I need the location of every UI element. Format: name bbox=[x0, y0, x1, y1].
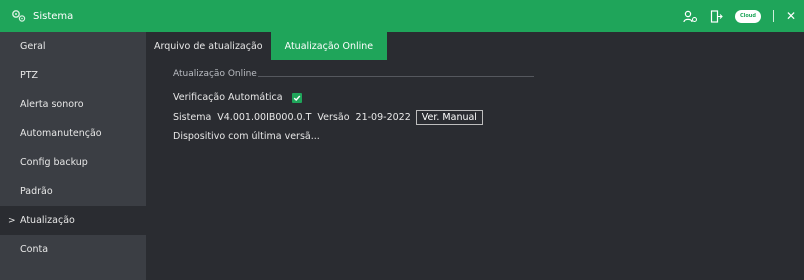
window-title: Sistema bbox=[33, 10, 74, 22]
sidebar-item-automanutencao[interactable]: Automanutenção bbox=[0, 119, 146, 148]
sidebar-item-geral[interactable]: Geral bbox=[0, 32, 146, 61]
user-settings-icon[interactable] bbox=[683, 10, 698, 23]
chevron-right-icon: > bbox=[8, 215, 16, 226]
sidebar-item-alerta-sonoro[interactable]: Alerta sonoro bbox=[0, 90, 146, 119]
tab-arquivo-de-atualizacao[interactable]: Arquivo de atualização bbox=[146, 32, 271, 60]
gear-icon bbox=[11, 8, 27, 24]
sidebar-item-padrao[interactable]: Padrão bbox=[0, 177, 146, 206]
auto-check-checkbox[interactable] bbox=[291, 92, 302, 103]
check-icon bbox=[293, 95, 300, 101]
status-text: Dispositivo com última versã... bbox=[173, 131, 320, 142]
sidebar-item-label: Padrão bbox=[20, 186, 53, 197]
tab-bar: Arquivo de atualização Atualização Onlin… bbox=[146, 32, 388, 60]
sidebar-item-label: Conta bbox=[20, 244, 49, 255]
sidebar-item-config-backup[interactable]: Config backup bbox=[0, 148, 146, 177]
group-divider bbox=[258, 76, 534, 77]
version-label: Versão bbox=[317, 112, 350, 123]
system-label: Sistema bbox=[173, 112, 212, 123]
title-bar: Sistema Cloud ✕ bbox=[0, 0, 804, 32]
sidebar-item-label: Alerta sonoro bbox=[20, 99, 84, 110]
group-title: Atualização Online bbox=[173, 69, 257, 79]
cloud-badge-label: Cloud bbox=[734, 9, 761, 23]
manual-check-button[interactable]: Ver. Manual bbox=[415, 110, 483, 125]
auto-check-row: Verificação Automática bbox=[173, 92, 302, 103]
sidebar-item-label: Automanutenção bbox=[20, 128, 102, 139]
sidebar-item-label: Geral bbox=[20, 41, 46, 52]
auto-check-label: Verificação Automática bbox=[173, 92, 283, 103]
sidebar-item-label: PTZ bbox=[20, 70, 39, 81]
version-row: Sistema V4.001.00IB000.0.T Versão 21-09-… bbox=[173, 110, 483, 125]
cloud-icon[interactable]: Cloud bbox=[734, 9, 761, 23]
sidebar: Geral PTZ Alerta sonoro Automanutenção C… bbox=[0, 32, 146, 280]
sidebar-item-conta[interactable]: Conta bbox=[0, 235, 146, 264]
sidebar-item-label: Config backup bbox=[20, 157, 88, 168]
status-row: Dispositivo com última versã... bbox=[173, 131, 320, 142]
tab-atualizacao-online[interactable]: Atualização Online bbox=[270, 32, 388, 60]
close-icon[interactable]: ✕ bbox=[786, 10, 796, 22]
title-actions: Cloud ✕ bbox=[683, 0, 796, 32]
sidebar-item-label: Atualização bbox=[20, 215, 75, 226]
system-version-value: V4.001.00IB000.0.T bbox=[217, 112, 312, 123]
sidebar-item-ptz[interactable]: PTZ bbox=[0, 61, 146, 90]
divider bbox=[772, 10, 774, 22]
content-panel: Atualização Online Verificação Automátic… bbox=[146, 60, 804, 280]
sidebar-item-atualizacao[interactable]: > Atualização bbox=[0, 206, 146, 235]
version-date-value: 21-09-2022 bbox=[355, 112, 411, 123]
exit-icon[interactable] bbox=[710, 9, 723, 23]
